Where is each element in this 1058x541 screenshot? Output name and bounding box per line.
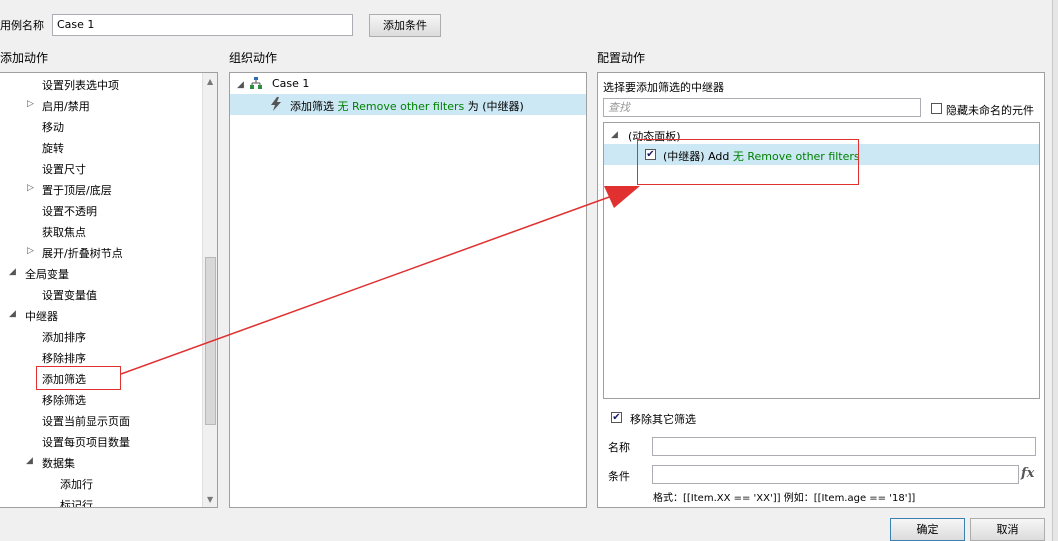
window-edge bbox=[1052, 0, 1058, 541]
cancel-button[interactable]: 取消 bbox=[970, 518, 1045, 541]
annotation-arrow bbox=[120, 186, 640, 375]
ok-button[interactable]: 确定 bbox=[890, 518, 965, 541]
